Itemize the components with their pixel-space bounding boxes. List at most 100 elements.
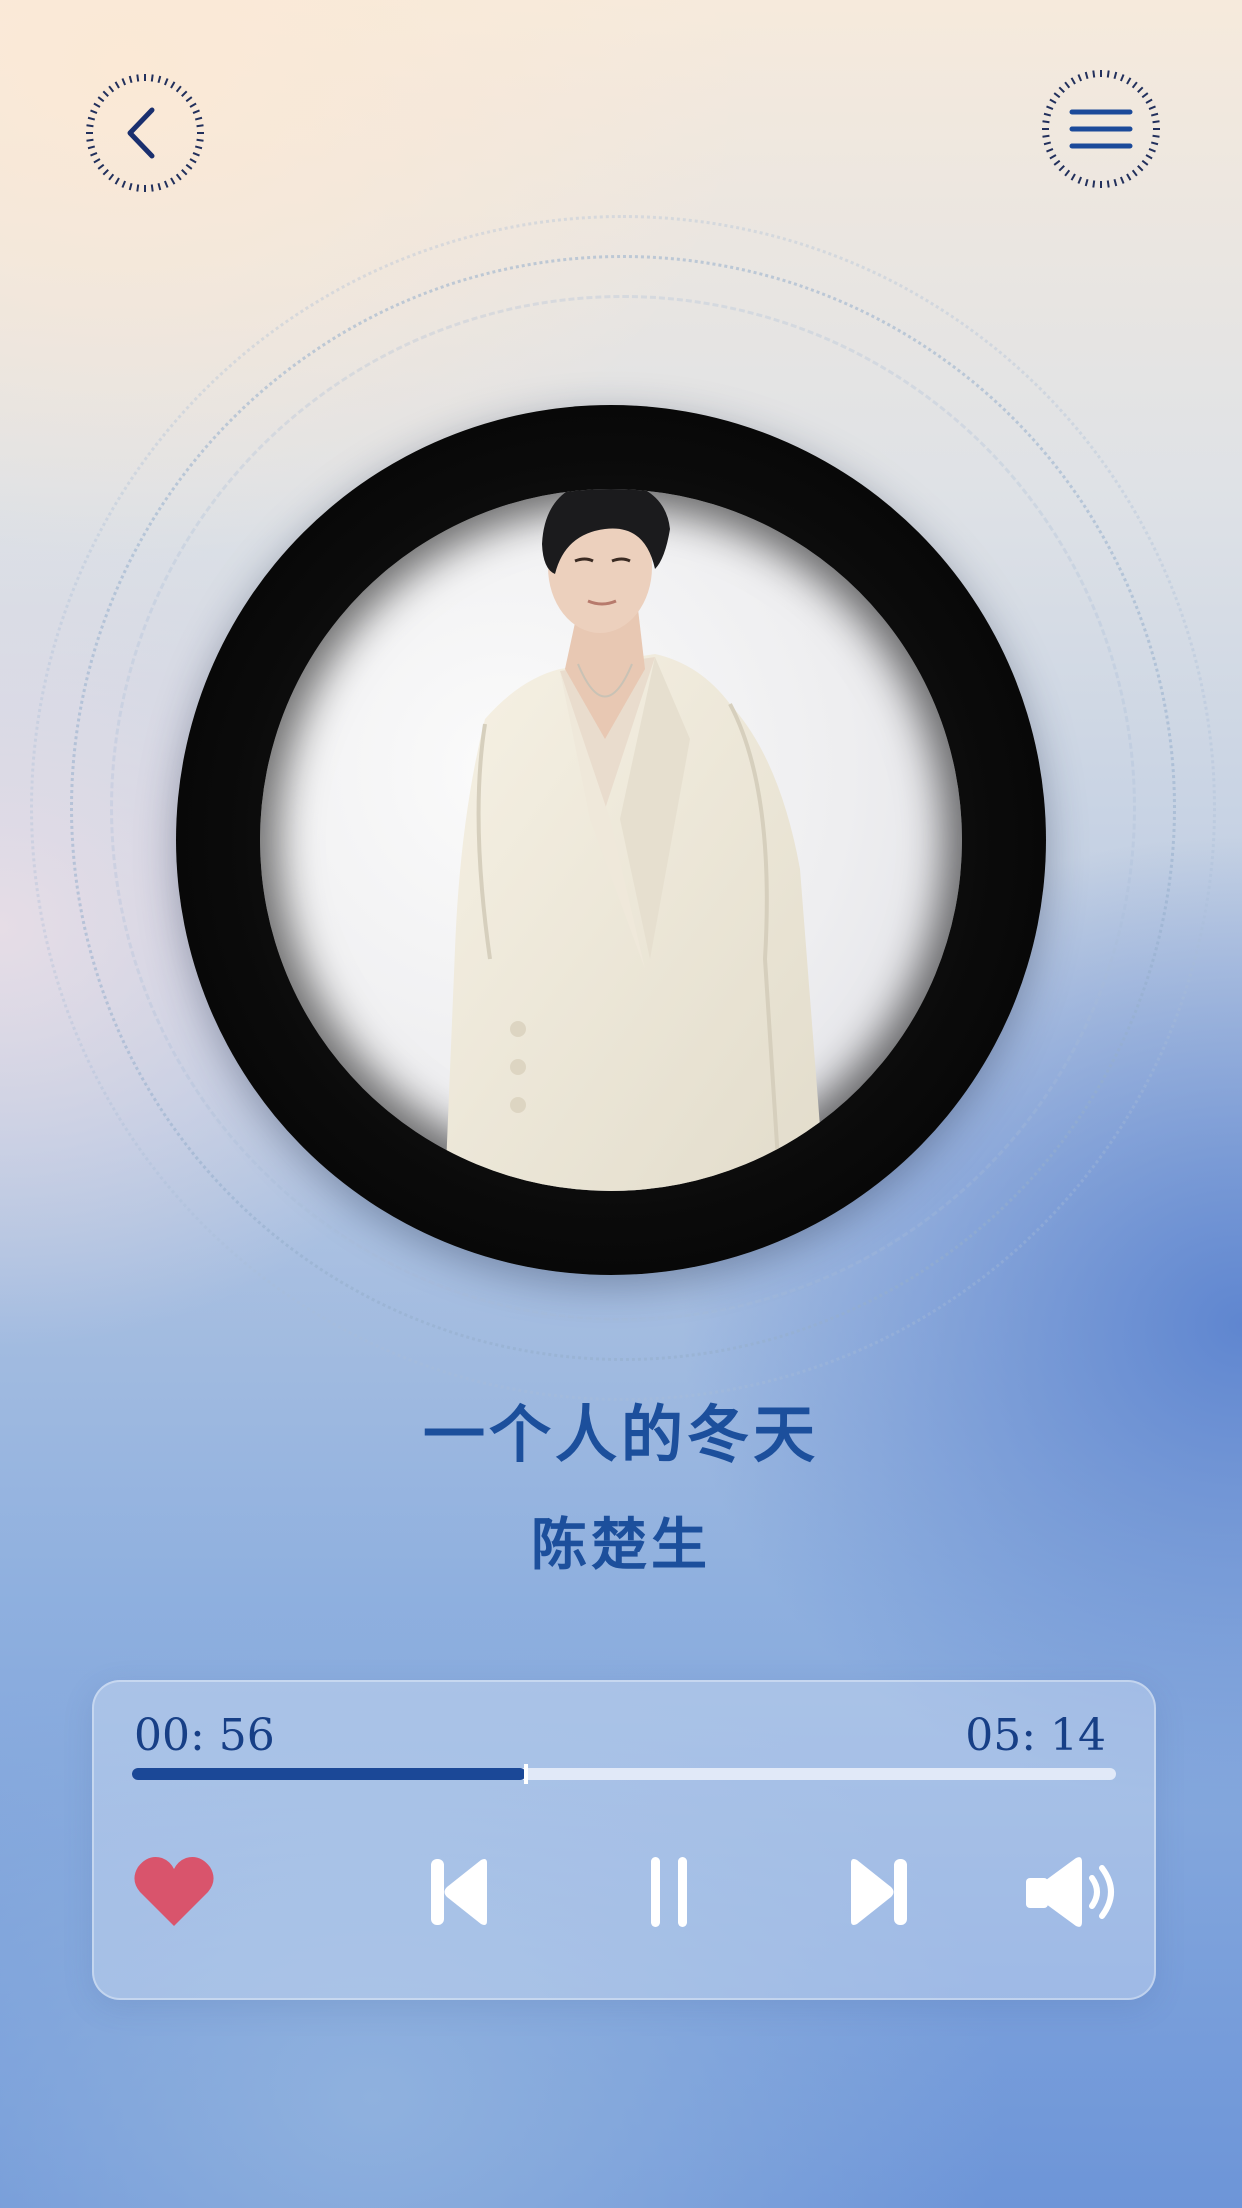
dial-tick — [1043, 141, 1052, 146]
dial-tick — [97, 96, 105, 103]
dial-tick — [1084, 71, 1089, 80]
vinyl-disc — [176, 405, 1046, 1275]
dial-tick — [1119, 176, 1125, 184]
dial-tick — [1148, 147, 1156, 153]
dial-tick — [1053, 92, 1061, 99]
dial-tick — [1141, 92, 1149, 99]
dial-tick — [185, 163, 193, 170]
dial-tick — [163, 180, 169, 188]
dial-tick — [93, 102, 101, 108]
dial-tick — [1126, 173, 1132, 181]
dial-tick — [181, 169, 188, 176]
dial-tick — [1046, 105, 1054, 111]
dial-tick — [1152, 134, 1160, 138]
dial-tick — [1092, 70, 1096, 78]
dial-tick — [150, 184, 154, 192]
heart-icon — [134, 1857, 214, 1926]
dial-tick — [1137, 86, 1144, 93]
dial-tick — [194, 116, 203, 121]
player-panel: 00: 56 05: 14 — [92, 1680, 1156, 2000]
menu-button[interactable] — [1040, 68, 1162, 190]
dial-tick — [1070, 77, 1076, 85]
dial-tick — [150, 74, 154, 82]
dial-tick — [90, 109, 98, 115]
dial-tick — [1077, 74, 1083, 82]
dial-tick — [108, 173, 115, 181]
dial-tick — [1058, 86, 1065, 93]
dial-tick — [136, 74, 140, 82]
dial-tick — [194, 145, 203, 150]
back-button[interactable] — [84, 72, 206, 194]
dial-tick — [121, 180, 127, 188]
like-button[interactable] — [124, 1842, 224, 1942]
dial-tick — [128, 182, 133, 191]
dial-tick — [1113, 71, 1118, 80]
elapsed-time: 00: 56 — [134, 1710, 275, 1761]
album-cover — [260, 489, 962, 1191]
dial-tick — [192, 109, 200, 115]
dial-tick — [1106, 180, 1110, 188]
dial-tick — [1150, 141, 1159, 146]
dial-tick — [97, 163, 105, 170]
dial-tick — [108, 85, 115, 93]
dial-tick — [1126, 77, 1132, 85]
dial-tick — [1064, 81, 1071, 89]
dial-ring-back — [86, 74, 204, 192]
dial-tick — [1131, 81, 1138, 89]
dial-tick — [128, 75, 133, 84]
dial-tick — [175, 173, 182, 181]
dial-tick — [1119, 74, 1125, 82]
dial-ring-menu — [1042, 70, 1160, 188]
dial-tick — [1046, 147, 1054, 153]
dial-tick — [196, 124, 204, 128]
skip-next-icon — [851, 1859, 907, 1925]
dial-tick — [192, 151, 200, 157]
dial-tick — [170, 177, 176, 185]
dial-tick — [175, 85, 182, 93]
dial-tick — [1049, 154, 1057, 160]
song-title: 一个人的冬天 — [422, 1398, 819, 1471]
dial-tick — [114, 81, 120, 89]
dial-tick — [1049, 98, 1057, 104]
dial-tick — [1077, 176, 1083, 184]
progress-bar[interactable] — [132, 1764, 1116, 1784]
dial-tick — [189, 158, 197, 164]
dial-tick — [189, 102, 197, 108]
dial-tick — [1042, 134, 1050, 138]
dial-tick — [136, 184, 140, 192]
total-time: 05: 14 — [965, 1710, 1106, 1761]
dial-tick — [1106, 70, 1110, 78]
dial-tick — [1070, 173, 1076, 181]
dial-tick — [93, 158, 101, 164]
dial-tick — [87, 116, 96, 121]
artist-name: 陈楚生 — [531, 1513, 711, 1578]
dial-tick — [1131, 169, 1138, 177]
artist-photo — [445, 489, 825, 1191]
dial-tick — [1141, 159, 1149, 166]
dial-tick — [90, 151, 98, 157]
hamburger-menu-icon — [1069, 109, 1133, 149]
dial-tick — [114, 177, 120, 185]
skip-previous-icon — [431, 1859, 487, 1925]
dial-tick — [1145, 154, 1153, 160]
dial-tick — [102, 90, 109, 97]
dial-tick — [170, 81, 176, 89]
pause-button[interactable] — [619, 1842, 719, 1942]
dial-tick — [102, 169, 109, 176]
dial-tick — [1053, 159, 1061, 166]
previous-track-button[interactable] — [409, 1842, 509, 1942]
dial-tick — [86, 124, 94, 128]
next-track-button[interactable] — [829, 1842, 929, 1942]
dial-tick — [1084, 178, 1089, 187]
dial-tick — [1145, 98, 1153, 104]
dial-tick — [163, 78, 169, 86]
dial-tick — [86, 138, 94, 142]
dial-tick — [1043, 112, 1052, 117]
dial-tick — [1058, 165, 1065, 172]
dial-tick — [87, 145, 96, 150]
dial-tick — [157, 75, 162, 84]
volume-button[interactable] — [1024, 1842, 1124, 1942]
progress-thumb[interactable] — [523, 1764, 528, 1784]
dial-tick — [157, 182, 162, 191]
dial-tick — [196, 138, 204, 142]
